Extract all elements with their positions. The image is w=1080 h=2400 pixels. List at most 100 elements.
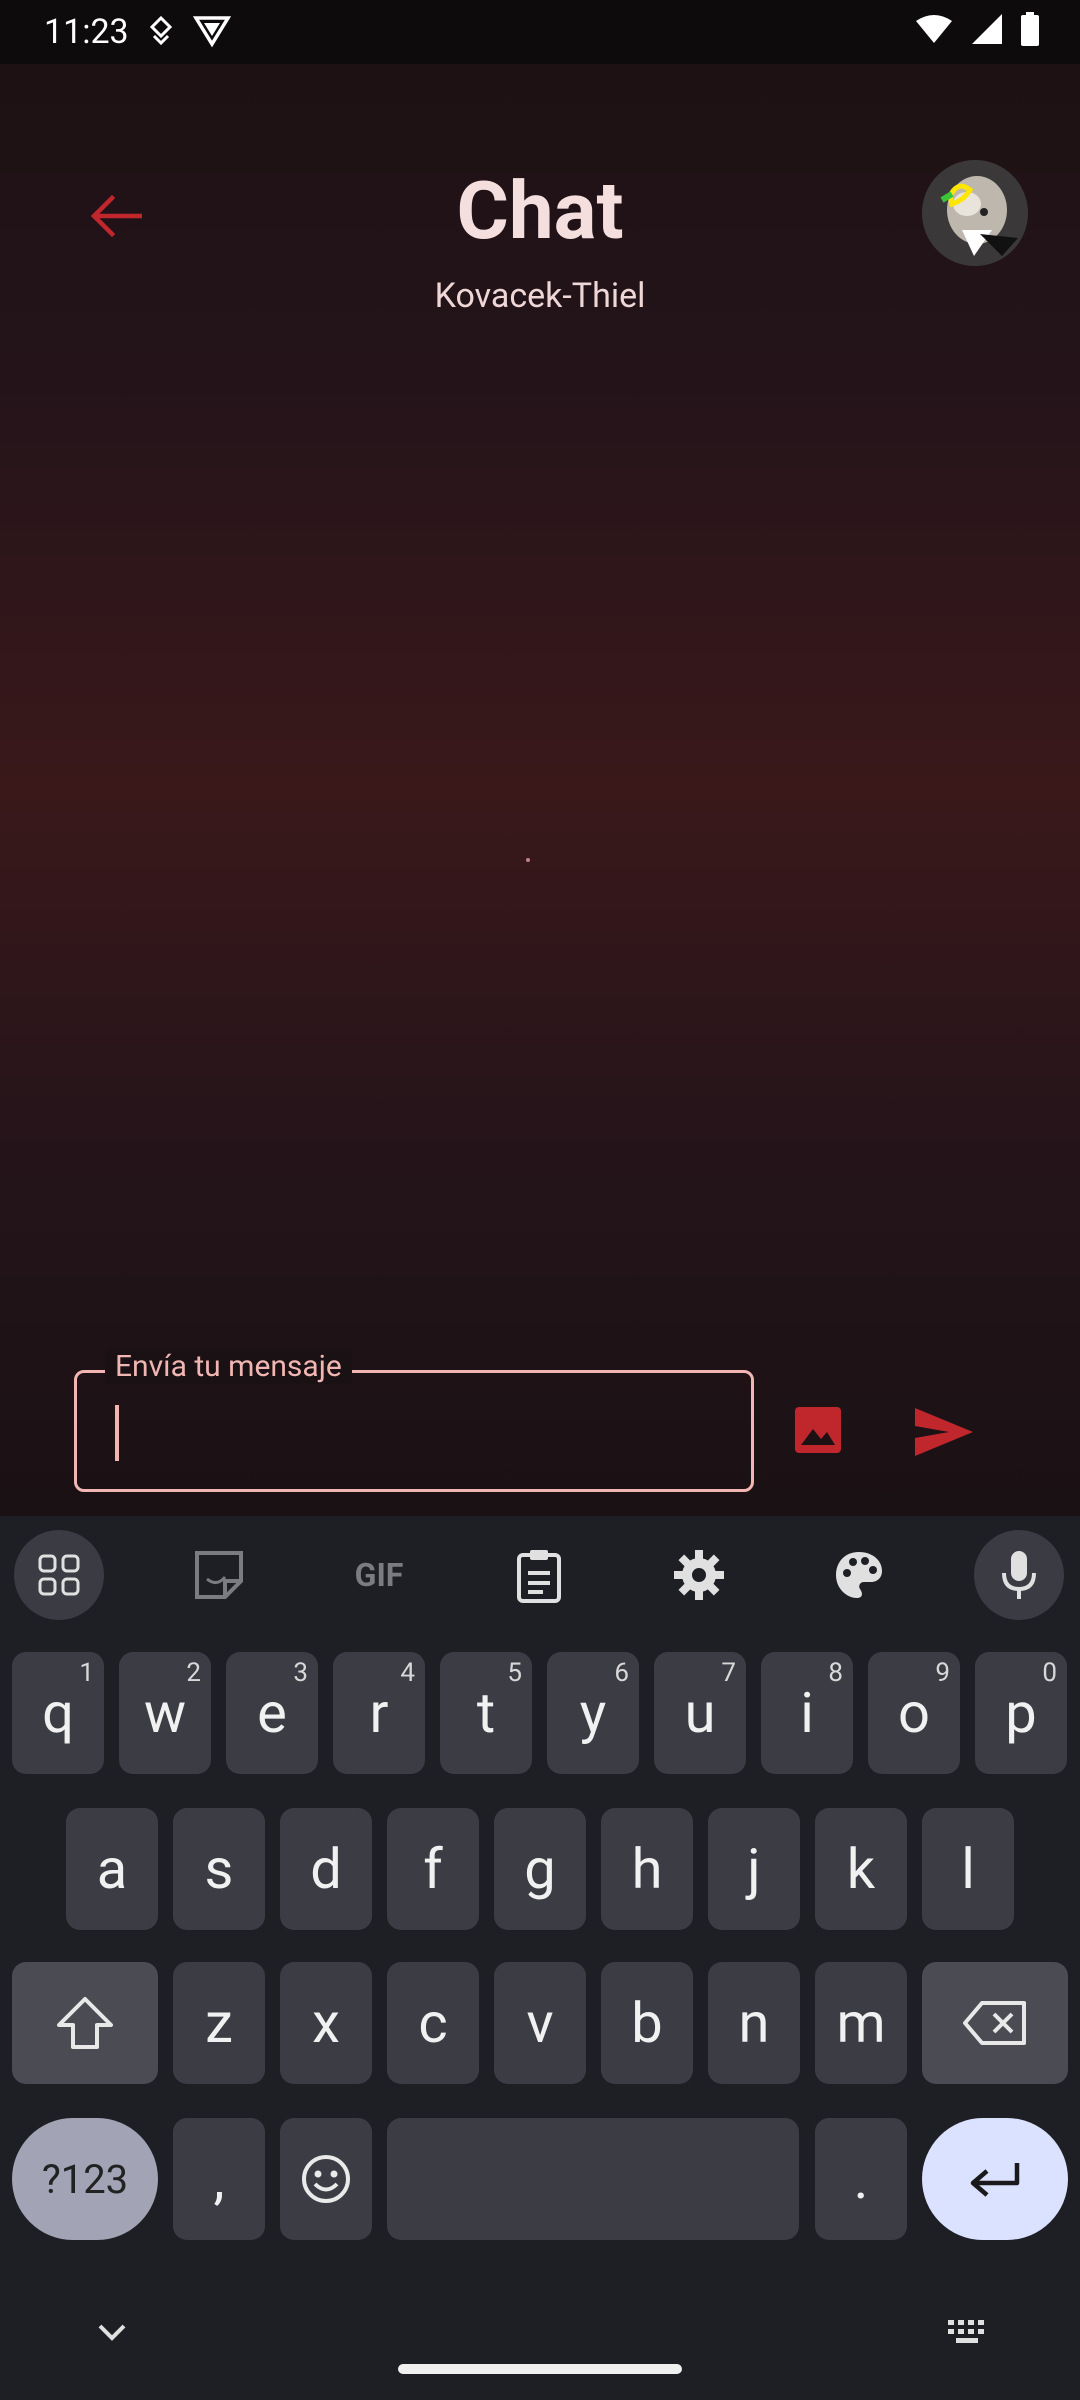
clipboard-button[interactable]: [494, 1530, 584, 1620]
status-notifications: [148, 14, 232, 48]
sticker-button[interactable]: [174, 1530, 264, 1620]
key-v[interactable]: v: [494, 1962, 586, 2084]
notification-arrows-icon: [149, 15, 173, 46]
voice-input-button[interactable]: [974, 1530, 1064, 1620]
message-input[interactable]: Envía tu mensaje: [74, 1349, 754, 1492]
decorative-dot: [526, 858, 530, 862]
image-icon: [795, 1407, 841, 1453]
status-bar: 11:23: [0, 0, 1080, 64]
gif-button[interactable]: GIF: [334, 1530, 424, 1620]
on-screen-keyboard: GIF q 1 w 2 e 3 r 4 t 5 y 6 u 7 i 8 o 9 …: [0, 1516, 1080, 2400]
key-hint: 0: [1042, 1658, 1057, 1688]
key-q[interactable]: q1: [12, 1652, 104, 1774]
key-label: t: [476, 1680, 496, 1746]
apps-grid-icon: [38, 1554, 80, 1596]
key-x[interactable]: x: [280, 1962, 372, 2084]
send-icon: [915, 1408, 973, 1456]
wifi-icon: [916, 15, 952, 43]
page-title: Chat: [456, 164, 624, 258]
key-hint: 7: [721, 1658, 736, 1688]
keyboard-toolbar: GIF: [0, 1516, 1080, 1634]
key-e[interactable]: e3: [226, 1652, 318, 1774]
key-c[interactable]: c: [387, 1962, 479, 2084]
backspace-key[interactable]: [922, 1962, 1068, 2084]
theme-button[interactable]: [814, 1530, 904, 1620]
comma-key[interactable]: ,: [173, 2118, 265, 2240]
key-hint: 3: [293, 1658, 308, 1688]
apps-grid-button[interactable]: [14, 1530, 104, 1620]
key-label: i: [800, 1680, 814, 1746]
key-u[interactable]: u7: [654, 1652, 746, 1774]
key-i[interactable]: i8: [761, 1652, 853, 1774]
key-s[interactable]: s: [173, 1808, 265, 1930]
key-label: u: [684, 1680, 716, 1746]
chat-contact-name: Kovacek-Thiel: [434, 276, 646, 316]
key-y[interactable]: y6: [547, 1652, 639, 1774]
key-f[interactable]: f: [387, 1808, 479, 1930]
key-hint: 5: [507, 1658, 522, 1688]
key-w[interactable]: w2: [119, 1652, 211, 1774]
key-g[interactable]: g: [494, 1808, 586, 1930]
key-j[interactable]: j: [708, 1808, 800, 1930]
gear-icon: [674, 1550, 724, 1600]
sticker-icon: [195, 1551, 243, 1599]
microphone-icon: [1002, 1551, 1036, 1599]
status-time: 11:23: [44, 12, 129, 52]
chat-screen: Chat Kovacek-Thiel: [0, 64, 1080, 1516]
numbers-key[interactable]: ?123: [12, 2118, 158, 2240]
key-hint: 9: [935, 1658, 950, 1688]
key-label: y: [579, 1680, 607, 1746]
key-hint: 1: [79, 1658, 94, 1688]
emoji-icon: [302, 2155, 350, 2203]
keyboard-icon: [948, 2320, 984, 2343]
home-gesture-handle[interactable]: [398, 2364, 682, 2374]
key-label: e: [257, 1680, 287, 1746]
key-p[interactable]: p0: [975, 1652, 1067, 1774]
key-b[interactable]: b: [601, 1962, 693, 2084]
key-m[interactable]: m: [815, 1962, 907, 2084]
status-system-icons: [914, 12, 1040, 46]
key-t[interactable]: t5: [440, 1652, 532, 1774]
key-r[interactable]: r4: [333, 1652, 425, 1774]
key-label: p: [1005, 1680, 1037, 1746]
space-key[interactable]: [387, 2118, 799, 2240]
period-key[interactable]: .: [815, 2118, 907, 2240]
key-l[interactable]: l: [922, 1808, 1014, 1930]
key-label: o: [898, 1680, 930, 1746]
clipboard-icon: [517, 1550, 561, 1603]
chevron-down-icon: [98, 2324, 126, 2341]
key-hint: 4: [400, 1658, 415, 1688]
key-h[interactable]: h: [601, 1808, 693, 1930]
key-hint: 8: [828, 1658, 843, 1688]
vpn-shield-icon: [192, 16, 232, 48]
settings-button[interactable]: [654, 1530, 744, 1620]
keyboard-switcher-button[interactable]: [946, 2316, 990, 2346]
attach-image-button[interactable]: [788, 1400, 848, 1460]
key-n[interactable]: n: [708, 1962, 800, 2084]
key-label: r: [369, 1680, 389, 1746]
message-input-label: Envía tu mensaje: [105, 1349, 352, 1384]
avatar-image-icon: [922, 160, 1028, 266]
key-hint: 6: [614, 1658, 629, 1688]
battery-icon: [1021, 12, 1039, 46]
hide-keyboard-button[interactable]: [92, 2318, 132, 2348]
signal-icon: [972, 14, 1002, 44]
key-hint: 2: [186, 1658, 201, 1688]
key-label: w: [143, 1680, 187, 1746]
shift-icon: [57, 1997, 113, 2049]
key-z[interactable]: z: [173, 1962, 265, 2084]
send-button[interactable]: [912, 1400, 976, 1464]
avatar[interactable]: [922, 160, 1028, 266]
key-k[interactable]: k: [815, 1808, 907, 1930]
key-label: q: [42, 1680, 74, 1746]
shift-key[interactable]: [12, 1962, 158, 2084]
key-d[interactable]: d: [280, 1808, 372, 1930]
enter-icon: [970, 2163, 1020, 2197]
key-a[interactable]: a: [66, 1808, 158, 1930]
backspace-icon: [963, 2001, 1026, 2045]
key-o[interactable]: o9: [868, 1652, 960, 1774]
text-cursor: [115, 1405, 119, 1461]
palette-icon: [836, 1552, 882, 1598]
enter-key[interactable]: [922, 2118, 1068, 2240]
emoji-key[interactable]: [280, 2118, 372, 2240]
